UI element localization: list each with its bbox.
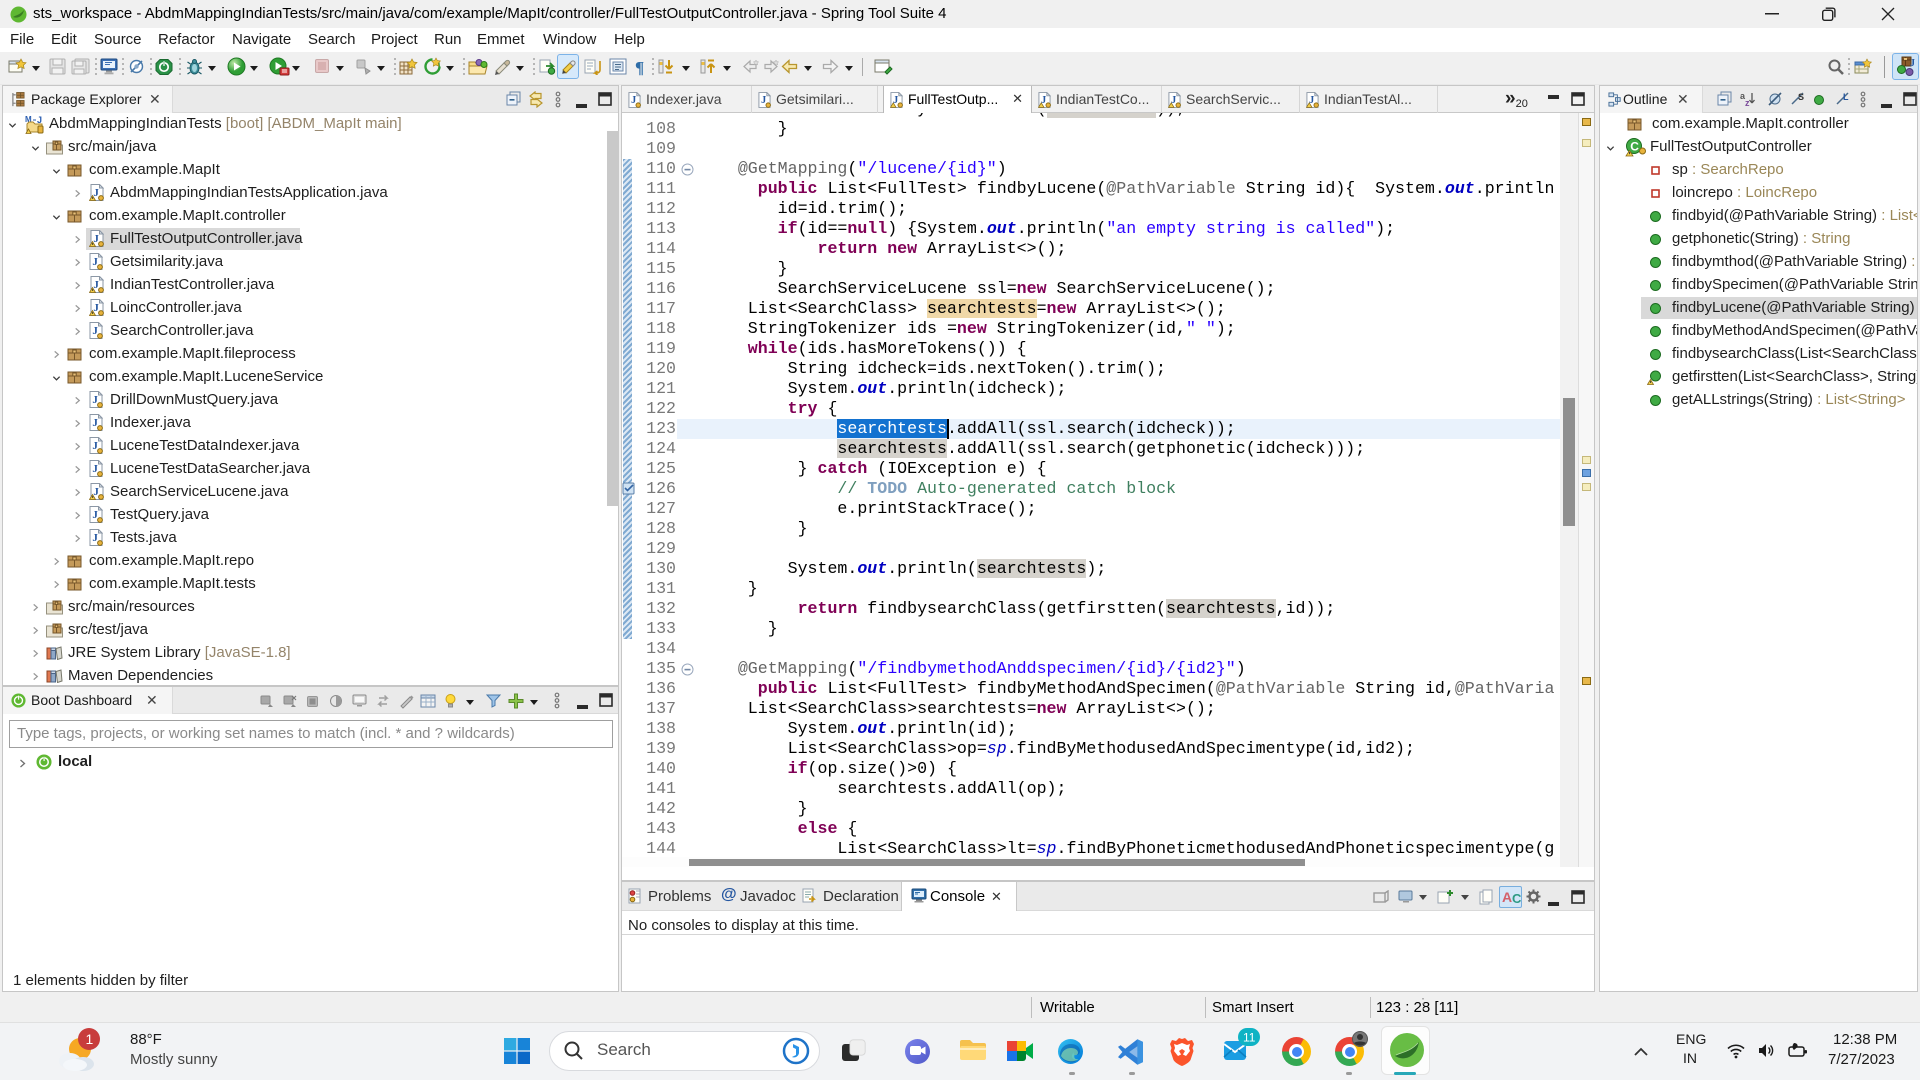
svg-text:J: J <box>1910 58 1915 69</box>
svg-text:J: J <box>761 95 766 106</box>
svg-text:1: 1 <box>86 1031 94 1047</box>
svg-text:11: 11 <box>1243 1031 1256 1045</box>
svg-text:C: C <box>1630 140 1639 154</box>
svg-text:¶: ¶ <box>635 58 644 76</box>
svg-text:z: z <box>1745 98 1750 107</box>
svg-text:S: S <box>1798 92 1804 102</box>
svg-text:L: L <box>1843 92 1849 102</box>
svg-text:J: J <box>631 95 636 106</box>
